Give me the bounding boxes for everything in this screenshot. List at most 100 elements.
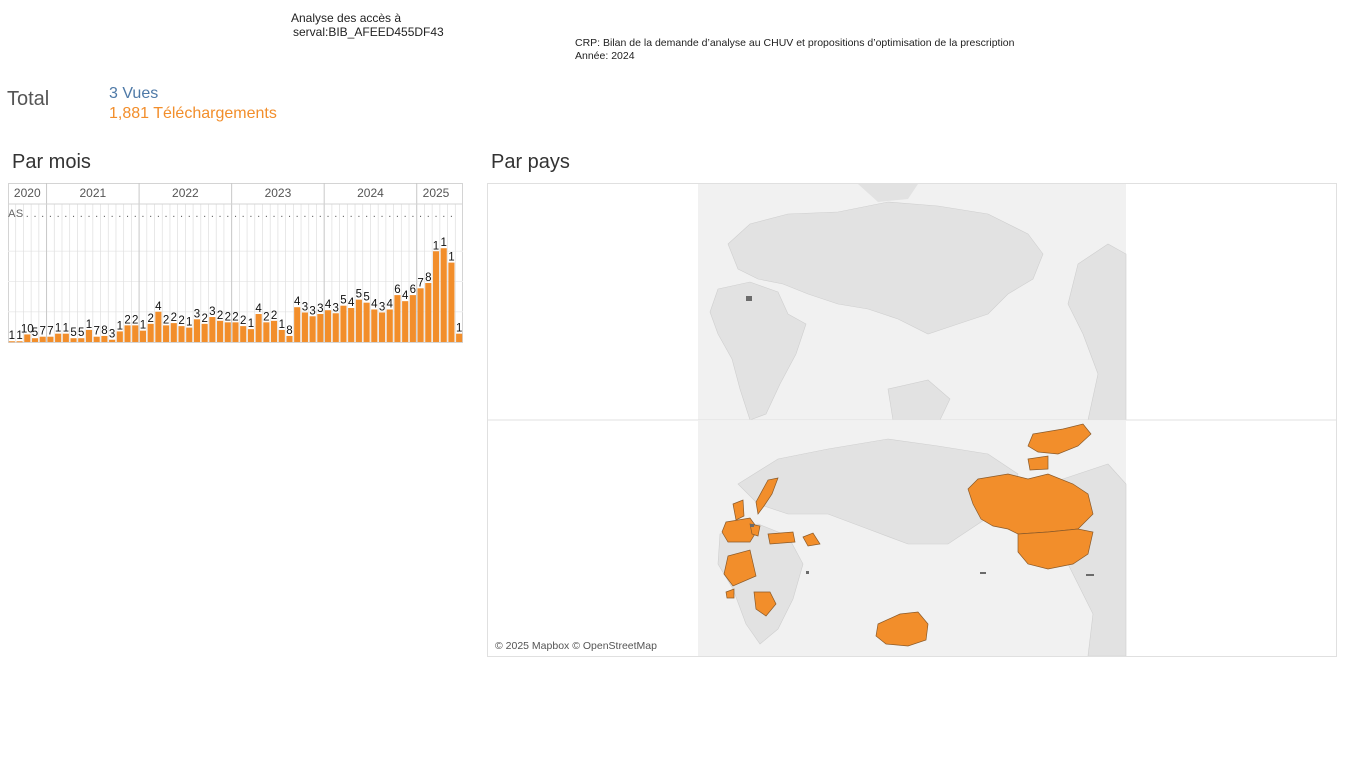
total-views[interactable]: 3 Vues	[109, 85, 158, 103]
downloads-bar	[371, 309, 378, 342]
month-label: .	[195, 208, 198, 220]
bar-value-label: 2	[147, 313, 153, 325]
month-label: .	[396, 208, 399, 220]
downloads-bar	[340, 305, 347, 342]
bar-value-label: 8	[425, 272, 431, 284]
month-label: .	[350, 208, 353, 220]
bar-value-label: 5	[78, 327, 84, 339]
bar-value-label: 7	[40, 326, 46, 338]
bar-value-label: 4	[402, 290, 409, 302]
downloads-bar	[240, 326, 247, 342]
bar-value-label: 8	[101, 325, 107, 337]
downloads-bar	[271, 320, 278, 342]
month-label: .	[450, 208, 453, 220]
month-label: .	[49, 208, 52, 220]
month-label: .	[157, 208, 160, 220]
downloads-bar	[317, 314, 324, 342]
downloads-bar	[456, 333, 463, 342]
crp-year: Année: 2024	[575, 50, 635, 62]
bar-value-label: 2	[201, 313, 207, 325]
month-label: .	[87, 208, 90, 220]
downloads-bar	[309, 316, 316, 342]
downloads-bar	[116, 331, 123, 342]
downloads-bar	[425, 283, 432, 342]
bar-value-label: 1	[9, 330, 15, 342]
bar-value-label: 1	[433, 240, 439, 252]
bar-value-label: 2	[124, 314, 130, 326]
map-credit[interactable]: © 2025 Mapbox © OpenStreetMap	[495, 640, 657, 652]
month-label: .	[111, 208, 114, 220]
downloads-bar	[178, 326, 185, 342]
monthly-bar-chart[interactable]: 2020 2021 2022 2023 2024 2025A S..............…	[8, 183, 463, 343]
bar-value-label: 3	[209, 306, 215, 318]
bar-value-label: 3	[309, 305, 315, 317]
downloads-bar	[224, 322, 231, 342]
bar-value-label: 1	[456, 323, 462, 335]
bar-value-label: 3	[379, 302, 385, 314]
month-label: .	[311, 208, 314, 220]
month-label: .	[303, 208, 306, 220]
bar-value-label: 1	[117, 320, 123, 332]
month-label: .	[342, 208, 345, 220]
bar-value-label: 2	[240, 315, 246, 327]
bar-value-label: 4	[371, 298, 378, 310]
month-label: .	[57, 208, 60, 220]
downloads-bar	[55, 333, 62, 342]
downloads-bar	[85, 329, 93, 342]
bar-value-label: 4	[387, 298, 394, 310]
year-label: 2024	[357, 186, 384, 200]
year-label: 2020	[14, 186, 41, 200]
month-label: .	[41, 208, 44, 220]
total-downloads[interactable]: 1,881 Téléchargements	[109, 105, 277, 123]
bar-value-label: 4	[155, 301, 162, 313]
month-label: .	[319, 208, 322, 220]
month-label: .	[141, 208, 144, 220]
downloads-bar	[363, 302, 370, 342]
downloads-bar	[139, 330, 147, 342]
bar-value-label: 4	[255, 303, 262, 315]
downloads-bar	[332, 313, 339, 342]
bar-value-label: 6	[410, 284, 416, 296]
bar-value-label: 4	[325, 299, 332, 311]
bar-value-label: 6	[394, 284, 400, 296]
month-label: .	[442, 208, 445, 220]
month-label: .	[226, 208, 229, 220]
monthly-section-title: Par mois	[12, 151, 91, 173]
downloads-bar	[217, 320, 224, 342]
bar-value-label: 3	[302, 302, 308, 314]
page-title-line2: serval:BIB_AFEED455DF43	[293, 25, 444, 39]
downloads-bar	[255, 314, 262, 342]
bar-value-label: 1	[140, 320, 146, 332]
month-label: .	[288, 208, 291, 220]
month-label: .	[234, 208, 237, 220]
downloads-bar	[155, 311, 162, 342]
month-label: .	[103, 208, 106, 220]
bar-value-label: 1	[448, 252, 454, 264]
month-label: .	[388, 208, 391, 220]
downloads-bar	[124, 325, 131, 342]
bar-value-label: 5	[32, 327, 38, 339]
country-section-title: Par pays	[491, 151, 570, 173]
bar-value-label: 1	[63, 323, 69, 335]
year-label: 2025	[423, 186, 450, 200]
downloads-bar	[448, 262, 455, 342]
month-label: .	[219, 208, 222, 220]
report-subtitle: CRP: Bilan de la demande d’analyse au CH…	[575, 37, 1015, 63]
month-label: .	[380, 208, 383, 220]
country-map[interactable]: © 2025 Mapbox © OpenStreetMap	[487, 183, 1337, 657]
month-label: .	[242, 208, 245, 220]
world-map-bottom	[698, 421, 1127, 656]
bar-value-label: 2	[132, 314, 138, 326]
month-label: .	[280, 208, 283, 220]
month-label: .	[33, 208, 36, 220]
page-title: Analyse des accès à serval:BIB_AFEED455D…	[291, 11, 444, 39]
crp-title: CRP: Bilan de la demande d’analyse au CH…	[575, 37, 1015, 49]
downloads-bar	[301, 312, 308, 342]
month-label: .	[126, 208, 129, 220]
month-label: .	[427, 208, 430, 220]
bar-value-label: 2	[232, 311, 238, 323]
month-label: .	[95, 208, 98, 220]
bar-value-label: 5	[356, 289, 362, 301]
month-label: .	[404, 208, 407, 220]
month-label: .	[327, 208, 330, 220]
